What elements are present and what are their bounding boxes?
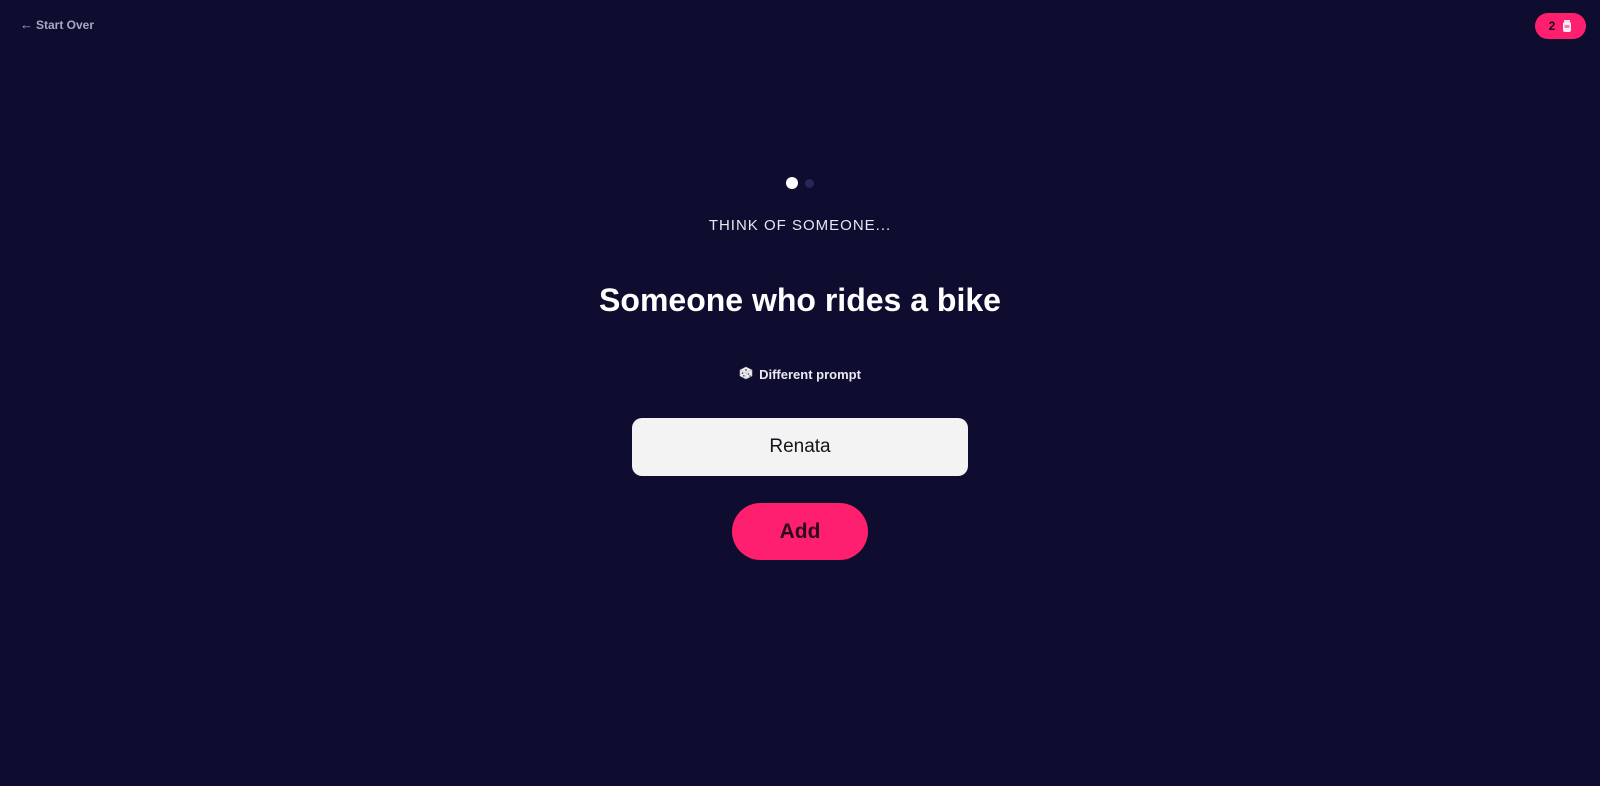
start-over-link[interactable]: ← Start Over bbox=[20, 17, 94, 32]
dice-icon bbox=[739, 366, 753, 383]
start-over-label: Start Over bbox=[36, 17, 95, 32]
back-arrow-icon: ← bbox=[20, 17, 33, 32]
name-input[interactable] bbox=[632, 418, 968, 476]
different-prompt-row: Different prompt bbox=[0, 366, 1600, 383]
page: ← Start Over 2 THINK OF SOMEONE... Someo… bbox=[0, 0, 1600, 786]
saved-names-badge[interactable]: 2 bbox=[1535, 13, 1586, 39]
jar-icon bbox=[1562, 20, 1572, 32]
step-indicator bbox=[0, 177, 1600, 189]
step-dot-active bbox=[786, 177, 798, 189]
add-button[interactable]: Add bbox=[732, 503, 868, 560]
prompt-heading: Someone who rides a bike bbox=[599, 282, 1001, 318]
step-dot-inactive bbox=[805, 178, 814, 188]
kicker-text: THINK OF SOMEONE... bbox=[708, 217, 892, 234]
different-prompt-label: Different prompt bbox=[759, 367, 861, 382]
different-prompt-button[interactable]: Different prompt bbox=[739, 366, 861, 383]
saved-count: 2 bbox=[1548, 19, 1556, 33]
